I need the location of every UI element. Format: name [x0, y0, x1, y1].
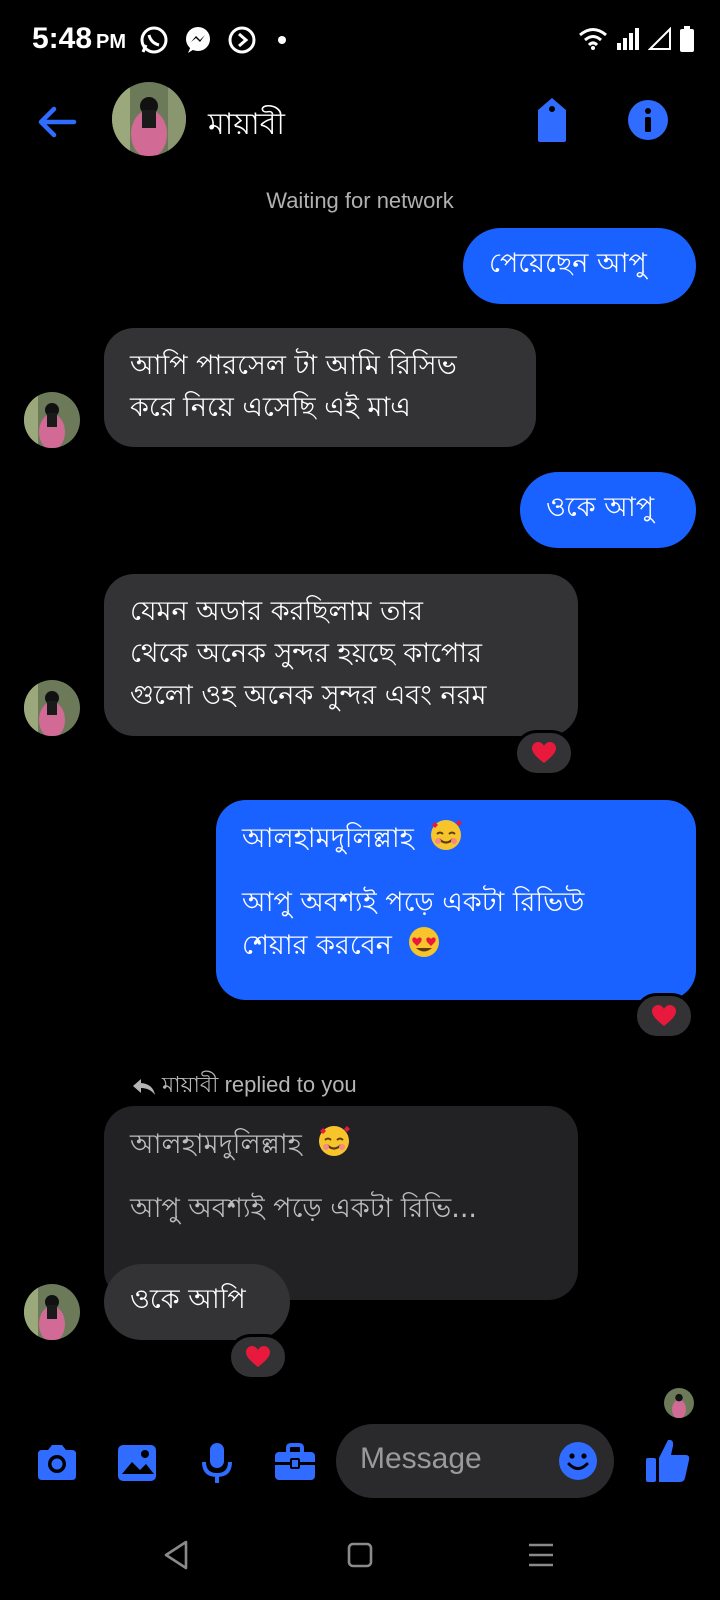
contact-name[interactable]: মায়াবী — [208, 100, 285, 151]
sender-avatar[interactable] — [24, 392, 80, 448]
camera-icon[interactable] — [34, 1440, 80, 1486]
back-arrow-icon[interactable] — [34, 100, 78, 144]
message-text: ওকে আপি — [130, 1284, 246, 1315]
reply-note-text: মায়াবী replied to you — [162, 1072, 357, 1097]
messenger-icon — [186, 27, 210, 53]
wifi-icon — [579, 28, 607, 50]
message-line: গুলো ওহ অনেক সুন্দর এবং নরম — [130, 680, 487, 711]
thumbs-up-icon[interactable] — [644, 1436, 692, 1486]
signal-icon — [617, 28, 639, 50]
heart-icon — [246, 1346, 270, 1367]
nav-back-icon[interactable] — [160, 1538, 194, 1572]
message-input[interactable]: Message — [336, 1424, 614, 1498]
message-line: থেকে অনেক সুন্দর হয়ছে কাপোর — [130, 638, 482, 669]
nav-home-icon[interactable] — [343, 1538, 377, 1572]
emoji-icon[interactable] — [558, 1441, 598, 1481]
heart-eyes-icon — [409, 927, 440, 957]
reply-arrow-icon — [133, 1078, 155, 1095]
system-navigation-bar — [0, 1510, 720, 1600]
sent-message[interactable]: ওকে আপু — [520, 472, 696, 548]
sender-avatar[interactable] — [24, 1284, 80, 1340]
message-line: যেমন অডার করছিলাম তার — [130, 596, 424, 627]
message-placeholder: Message — [360, 1442, 482, 1475]
message-text: পেয়েছেন আপু — [489, 248, 647, 279]
status-time: 5:48 PM — [32, 22, 127, 55]
message-line: শেয়ার করবেন — [242, 924, 670, 967]
received-message[interactable]: ওকে আপি — [104, 1264, 290, 1340]
briefcase-icon[interactable] — [272, 1440, 318, 1486]
network-status: Waiting for network — [266, 188, 454, 213]
heart-icon — [532, 742, 556, 763]
sender-avatar[interactable] — [24, 680, 80, 736]
info-icon[interactable] — [626, 98, 670, 142]
nav-menu-icon[interactable] — [524, 1538, 558, 1572]
sent-message[interactable]: পেয়েছেন আপু — [463, 228, 696, 304]
microphone-icon[interactable] — [194, 1440, 240, 1486]
message-text: ওকে আপু — [546, 492, 655, 523]
battery-icon — [680, 26, 694, 52]
status-notification-icons — [138, 24, 286, 56]
quoted-line: আলহামদুলিল্লাহ — [130, 1123, 552, 1166]
message-line: আপি পারসেল টা আমি রিসিভ — [130, 350, 457, 381]
message-line: করে নিয়ে এসেছি এই মাএ — [130, 392, 411, 423]
status-bar: 5:48 PM — [0, 0, 720, 82]
navigation-icon — [228, 26, 256, 54]
heart-reaction[interactable] — [228, 1334, 288, 1380]
smiling-face-with-hearts-icon — [319, 1126, 351, 1156]
received-message[interactable]: যেমন অডার করছিলাম তার থেকে অনেক সুন্দর হ… — [104, 574, 578, 736]
smiling-face-with-hearts-icon — [431, 820, 463, 850]
whatsapp-icon — [140, 26, 168, 54]
quoted-line: আপু অবশ্যই পড়ে একটা রিভি... — [130, 1193, 478, 1224]
image-icon[interactable] — [114, 1440, 160, 1486]
reply-note: মায়াবী replied to you — [132, 1068, 357, 1105]
signal-empty-icon — [648, 27, 671, 50]
heart-reaction[interactable] — [634, 993, 694, 1039]
contact-avatar[interactable] — [112, 82, 186, 156]
tag-icon[interactable] — [532, 96, 572, 144]
message-line: আলহামদুলিল্লাহ — [242, 817, 670, 860]
heart-icon — [652, 1005, 676, 1026]
received-message[interactable]: আপি পারসেল টা আমি রিসিভ করে নিয়ে এসেছি … — [104, 328, 536, 447]
composer-bar: Message — [0, 1420, 720, 1510]
message-line: আপু অবশ্যই পড়ে একটা রিভিউ — [242, 887, 585, 918]
notification-dot — [278, 36, 286, 44]
sent-message[interactable]: আলহামদুলিল্লাহ আপু অবশ্যই পড়ে একটা রিভি… — [216, 800, 696, 1000]
status-system-icons — [578, 26, 694, 52]
seen-avatar — [664, 1388, 694, 1418]
chat-header: মায়াবী — [0, 82, 720, 192]
heart-reaction[interactable] — [514, 730, 574, 776]
